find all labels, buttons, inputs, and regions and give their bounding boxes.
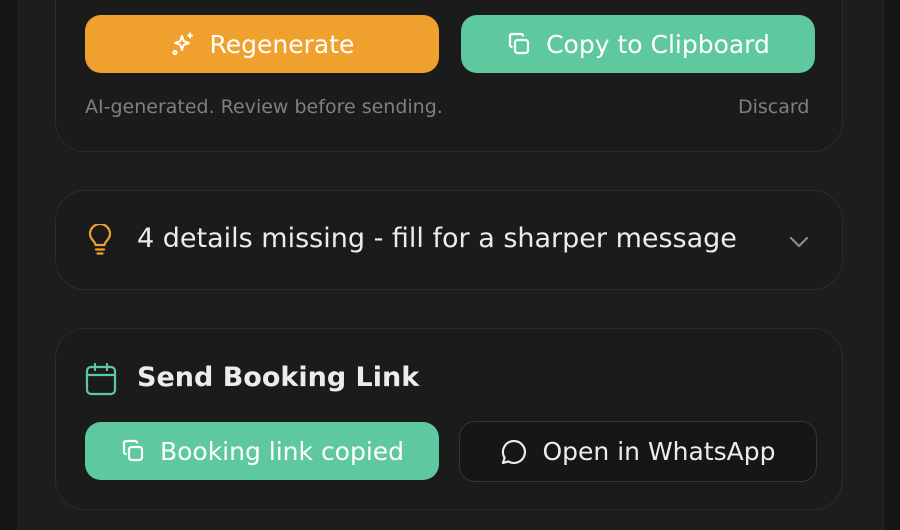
chevron-down-icon[interactable] (787, 230, 811, 258)
copy-label: Copy to Clipboard (546, 29, 770, 59)
ai-disclaimer: AI-generated. Review before sending. (85, 96, 443, 118)
open-whatsapp-button[interactable]: Open in WhatsApp (459, 421, 817, 482)
booking-copied-label: Booking link copied (159, 436, 405, 466)
booking-link-card (55, 328, 843, 510)
missing-details-text: 4 details missing - fill for a sharper m… (137, 223, 737, 254)
regenerate-label: Regenerate (209, 29, 355, 59)
booking-title: Send Booking Link (137, 362, 420, 393)
copy-to-clipboard-button[interactable]: Copy to Clipboard (461, 15, 815, 73)
whatsapp-label: Open in WhatsApp (542, 437, 776, 466)
calendar-icon (85, 362, 117, 400)
copy-icon (506, 31, 532, 57)
copy-icon (120, 438, 146, 464)
regenerate-button[interactable]: Regenerate (85, 15, 439, 73)
discard-link[interactable]: Discard (738, 94, 809, 120)
lightbulb-icon (87, 222, 113, 260)
sparkles-icon (170, 31, 196, 57)
booking-link-copied-button[interactable]: Booking link copied (85, 422, 439, 480)
chat-bubble-icon (500, 438, 528, 466)
